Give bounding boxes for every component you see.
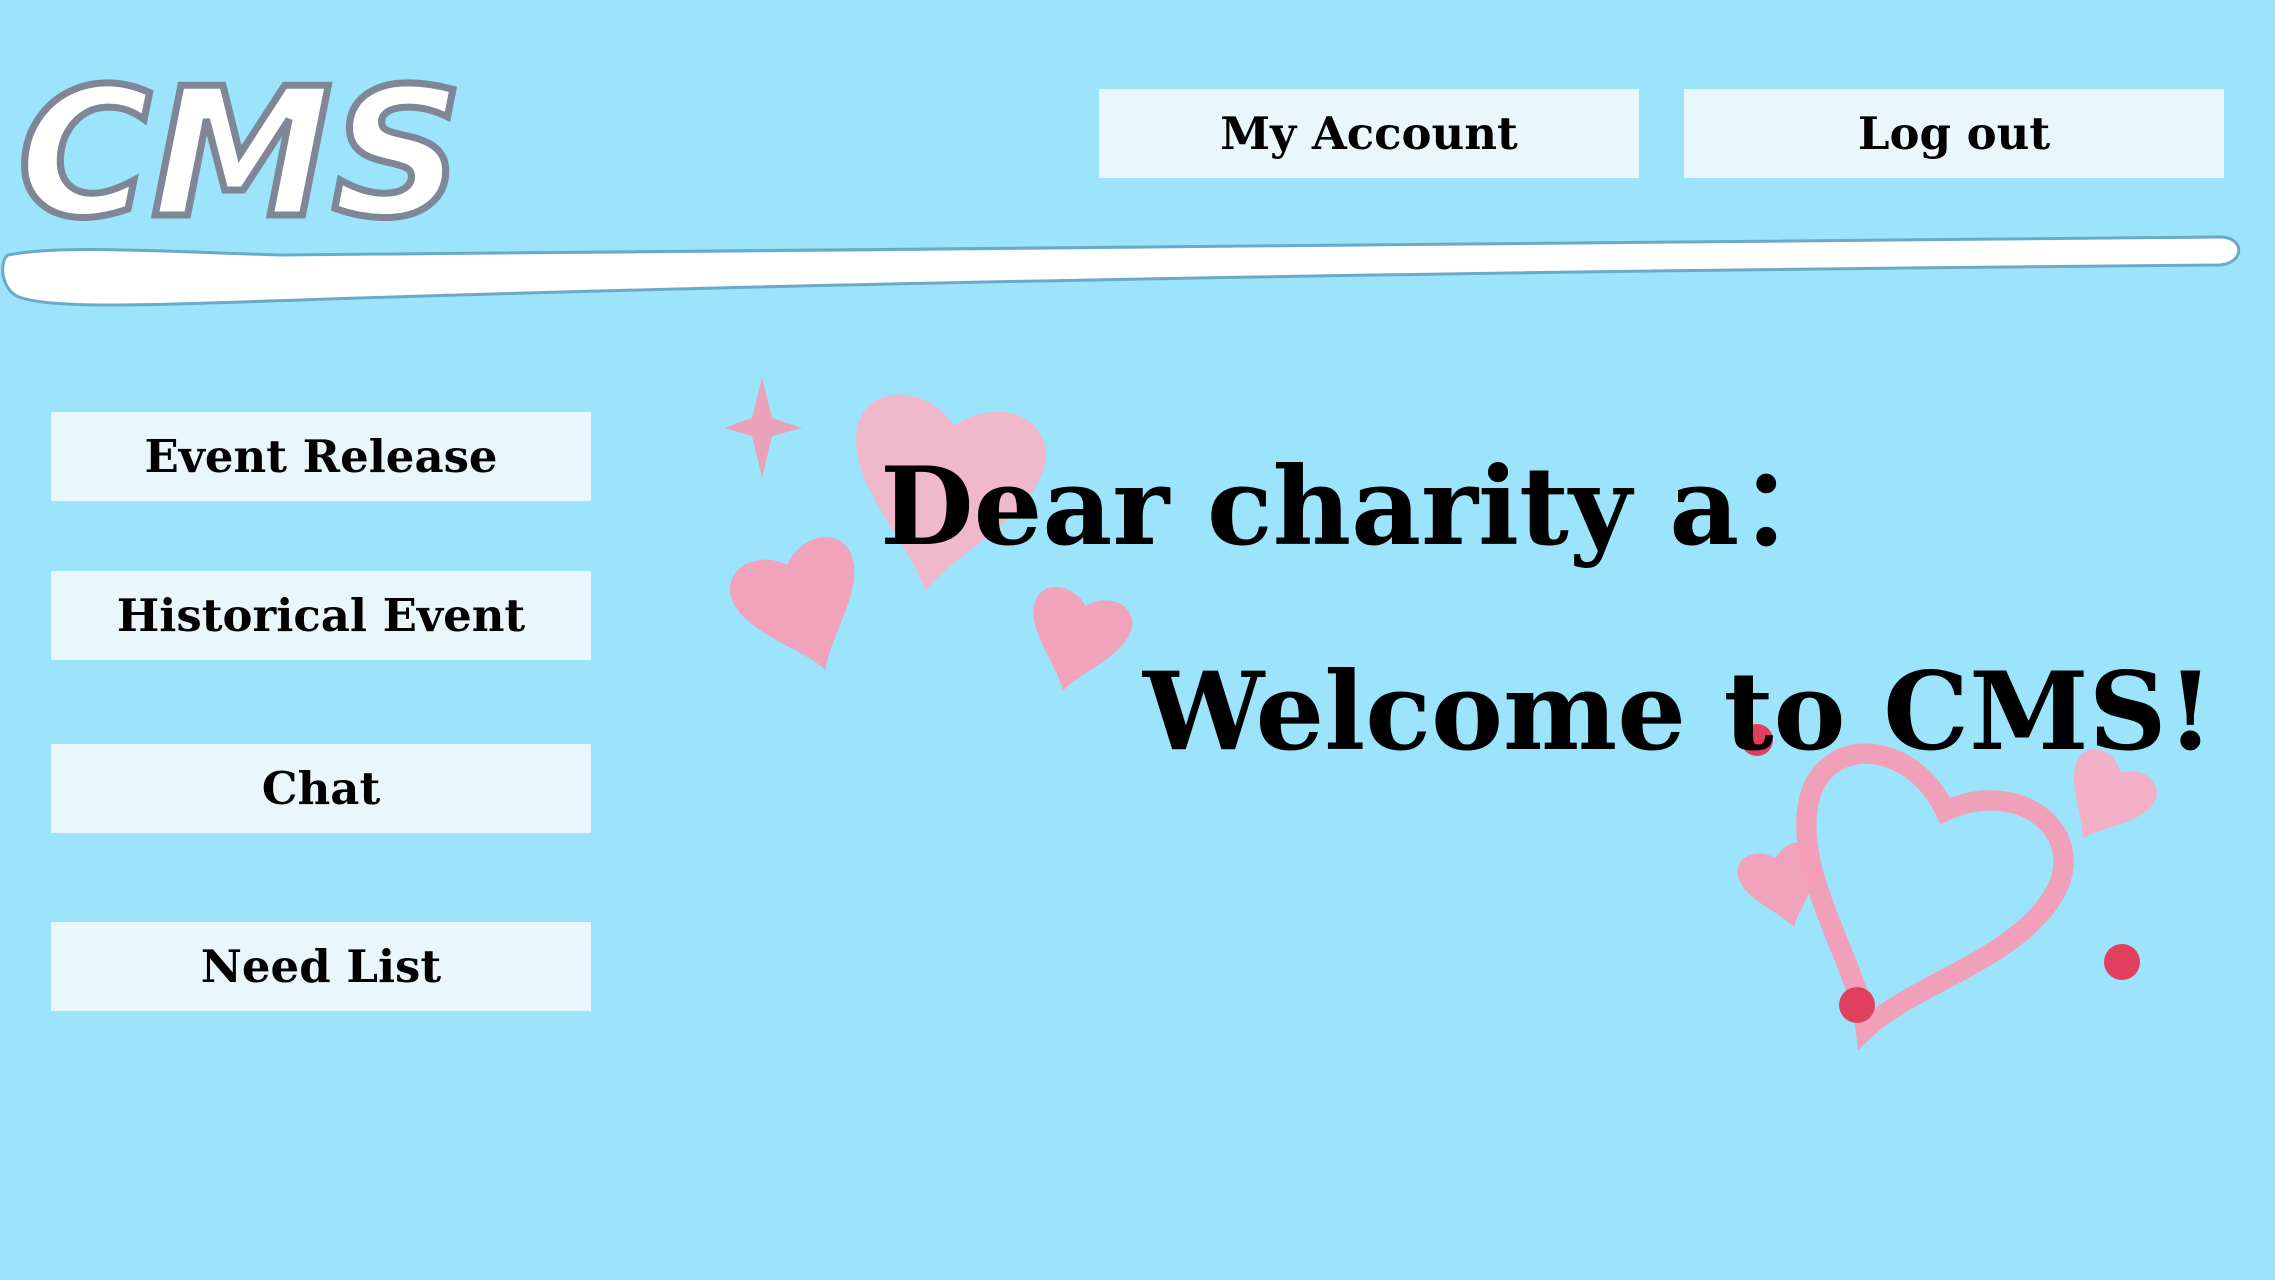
- sidebar-item-label: Need List: [200, 940, 442, 993]
- logo-text: CMS: [18, 50, 463, 240]
- heart-icon: [1014, 581, 1138, 704]
- welcome-text: Welcome to CMS!: [1143, 649, 2215, 775]
- sidebar-item-need-list[interactable]: Need List: [51, 922, 591, 1011]
- sidebar-item-historical-event[interactable]: Historical Event: [51, 571, 591, 660]
- sidebar-item-label: Chat: [261, 762, 381, 815]
- header-divider: [1, 235, 2241, 307]
- logout-label: Log out: [1857, 107, 2051, 160]
- sparkle-icon: [724, 378, 802, 478]
- my-account-button[interactable]: My Account: [1099, 89, 1639, 178]
- heart-icon: [722, 528, 886, 692]
- cms-logo: CMS: [15, 50, 467, 240]
- heart-outline-icon: [1742, 737, 2080, 1074]
- my-account-label: My Account: [1220, 107, 1518, 160]
- greeting-text: Dear charity a：: [880, 444, 1848, 570]
- sidebar-item-label: Event Release: [144, 430, 498, 483]
- sidebar-item-chat[interactable]: Chat: [51, 744, 591, 833]
- logout-button[interactable]: Log out: [1684, 89, 2224, 178]
- sidebar-item-label: Historical Event: [116, 589, 526, 642]
- sidebar-item-event-release[interactable]: Event Release: [51, 412, 591, 501]
- heart-icon: [1733, 838, 1834, 939]
